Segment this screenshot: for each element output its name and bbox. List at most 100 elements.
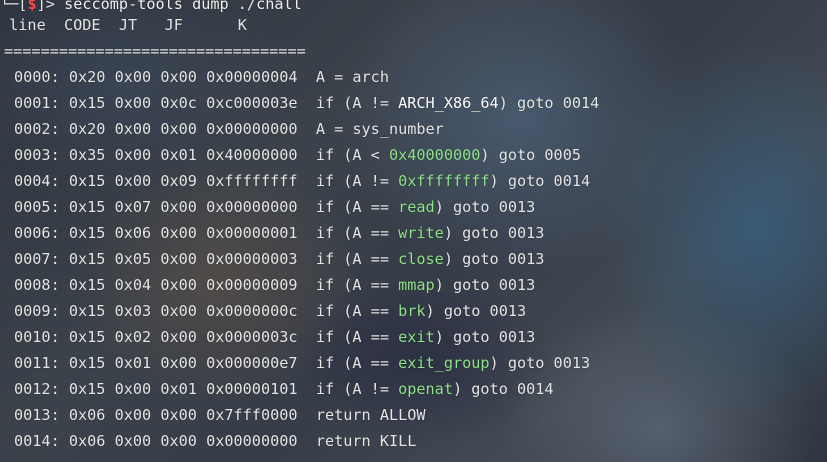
instruction-code: 0x15 <box>68 198 106 216</box>
bpf-instruction-row: 0009: 0x15 0x03 0x00 0x0000000c if (A ==… <box>0 298 827 324</box>
highlighted-token: 0xffffffff <box>398 172 490 190</box>
bpf-instruction-row: 0003: 0x35 0x00 0x01 0x40000000 if (A < … <box>0 142 827 168</box>
highlighted-token: ARCH_X86_64 <box>398 94 499 112</box>
instruction-address: 0006: <box>14 224 60 242</box>
instruction-k: 0x00000001 <box>206 224 298 242</box>
disassembly-text: A = arch <box>315 68 389 86</box>
disassembly-text: if (A == <box>315 354 399 372</box>
bpf-instruction-row: 0013: 0x06 0x00 0x00 0x7fff0000 return A… <box>0 402 827 428</box>
instruction-jf: 0x00 <box>160 432 197 450</box>
instruction-code: 0x20 <box>68 120 106 138</box>
command-prompt-line: └─[$]> seccomp-tools dump ./chall <box>0 0 827 12</box>
instruction-code: 0x15 <box>68 276 106 294</box>
disassembly-suffix: ) goto 0013 <box>443 224 545 242</box>
instruction-k: 0x000000e7 <box>206 354 298 372</box>
disassembly-text: A = sys_number <box>315 120 444 138</box>
instruction-address: 0001: <box>14 94 60 112</box>
instruction-code: 0x15 <box>68 328 106 346</box>
instruction-jt: 0x00 <box>114 94 152 112</box>
instruction-jf: 0x09 <box>160 172 197 190</box>
instruction-k: 0x00000000 <box>206 432 298 450</box>
instruction-address: 0012: <box>14 380 60 398</box>
instruction-jt: 0x00 <box>114 406 152 424</box>
instruction-jt: 0x04 <box>114 276 152 294</box>
disassembly-text: if (A == <box>315 198 399 216</box>
instruction-jt: 0x06 <box>114 224 152 242</box>
bpf-instruction-row: 0014: 0x06 0x00 0x00 0x00000000 return K… <box>0 428 827 454</box>
instruction-jt: 0x05 <box>114 250 152 268</box>
instruction-jt: 0x00 <box>114 146 152 164</box>
disassembly-text: if (A == <box>315 276 399 294</box>
instruction-address: 0005: <box>14 198 60 216</box>
bpf-instruction-row: 0007: 0x15 0x05 0x00 0x00000003 if (A ==… <box>0 246 827 272</box>
instruction-jt: 0x00 <box>114 172 152 190</box>
instruction-k: 0x00000004 <box>206 68 298 86</box>
instruction-code: 0x15 <box>68 302 106 320</box>
disassembly-suffix: ) goto 0014 <box>489 172 591 190</box>
bpf-instruction-row: 0002: 0x20 0x00 0x00 0x00000000 A = sys_… <box>0 116 827 142</box>
instruction-jt: 0x00 <box>114 432 152 450</box>
instruction-jf: 0x01 <box>160 146 197 164</box>
highlighted-token: exit_group <box>398 354 490 372</box>
instruction-jt: 0x01 <box>114 354 152 372</box>
instruction-jt: 0x03 <box>114 302 152 320</box>
instruction-k: 0xc000003e <box>206 94 298 112</box>
instruction-k: 0x00000003 <box>206 250 298 268</box>
instruction-address: 0002: <box>14 120 60 138</box>
instruction-jf: 0x00 <box>160 120 197 138</box>
instruction-jf: 0x00 <box>160 224 197 242</box>
header-separator: ================================= <box>4 42 306 60</box>
disassembly-suffix: ) goto 0005 <box>480 146 581 164</box>
instruction-address: 0013: <box>14 406 60 424</box>
highlighted-token: read <box>398 198 435 216</box>
instruction-code: 0x06 <box>68 432 106 450</box>
instruction-jt: 0x02 <box>114 328 152 346</box>
instruction-k: 0x7fff0000 <box>206 406 298 424</box>
disassembly-text: if (A == <box>315 328 399 346</box>
disassembly-text: return ALLOW <box>315 406 426 424</box>
terminal-output: └─[$]> seccomp-tools dump ./chall line C… <box>0 0 827 454</box>
instruction-jf: 0x00 <box>160 198 197 216</box>
disassembly-suffix: ) goto 0013 <box>425 302 527 320</box>
instruction-jf: 0x00 <box>160 276 197 294</box>
instruction-code: 0x15 <box>68 172 106 190</box>
instruction-code: 0x20 <box>68 68 106 86</box>
disassembly-text: if (A != <box>315 172 399 190</box>
disassembly-suffix: ) goto 0013 <box>443 250 545 268</box>
instruction-code: 0x06 <box>68 406 106 424</box>
instruction-k: 0x00000009 <box>206 276 298 294</box>
instruction-k: 0x00000000 <box>206 198 298 216</box>
terminal-window[interactable]: └─[$]> seccomp-tools dump ./chall line C… <box>0 0 827 462</box>
instruction-jt: 0x00 <box>114 120 152 138</box>
bpf-instruction-row: 0010: 0x15 0x02 0x00 0x0000003c if (A ==… <box>0 324 827 350</box>
disassembly-text: if (A != <box>315 380 399 398</box>
instruction-jf: 0x00 <box>160 354 197 372</box>
instruction-address: 0009: <box>14 302 60 320</box>
instruction-jf: 0x00 <box>160 250 197 268</box>
highlighted-token: exit <box>398 328 435 346</box>
disassembly-suffix: ) goto 0014 <box>498 94 600 112</box>
disassembly-text: if (A == <box>315 302 399 320</box>
highlighted-token: write <box>398 224 444 242</box>
instruction-jf: 0x01 <box>160 380 197 398</box>
disassembly-suffix: ) goto 0013 <box>434 198 536 216</box>
instruction-code: 0x15 <box>68 94 106 112</box>
bpf-instruction-row: 0006: 0x15 0x06 0x00 0x00000001 if (A ==… <box>0 220 827 246</box>
instruction-jf: 0x00 <box>160 302 197 320</box>
instruction-address: 0011: <box>14 354 60 372</box>
instruction-code: 0x15 <box>68 250 106 268</box>
disassembly-text: if (A != <box>315 94 399 112</box>
instruction-jf: 0x00 <box>160 406 197 424</box>
bpf-instruction-row: 0012: 0x15 0x00 0x01 0x00000101 if (A !=… <box>0 376 827 402</box>
instruction-k: 0x00000000 <box>206 120 298 138</box>
instruction-address: 0004: <box>14 172 60 190</box>
disassembly-suffix: ) goto 0013 <box>489 354 591 372</box>
instruction-k: 0x00000101 <box>206 380 298 398</box>
highlighted-token: 0x40000000 <box>388 146 481 164</box>
instruction-address: 0008: <box>14 276 60 294</box>
disassembly-text: if (A == <box>315 224 399 242</box>
bpf-instruction-list: 0000: 0x20 0x00 0x00 0x00000004 A = arch… <box>0 64 827 454</box>
instruction-k: 0x40000000 <box>206 146 298 164</box>
bpf-instruction-row: 0008: 0x15 0x04 0x00 0x00000009 if (A ==… <box>0 272 827 298</box>
instruction-k: 0xffffffff <box>206 172 298 190</box>
